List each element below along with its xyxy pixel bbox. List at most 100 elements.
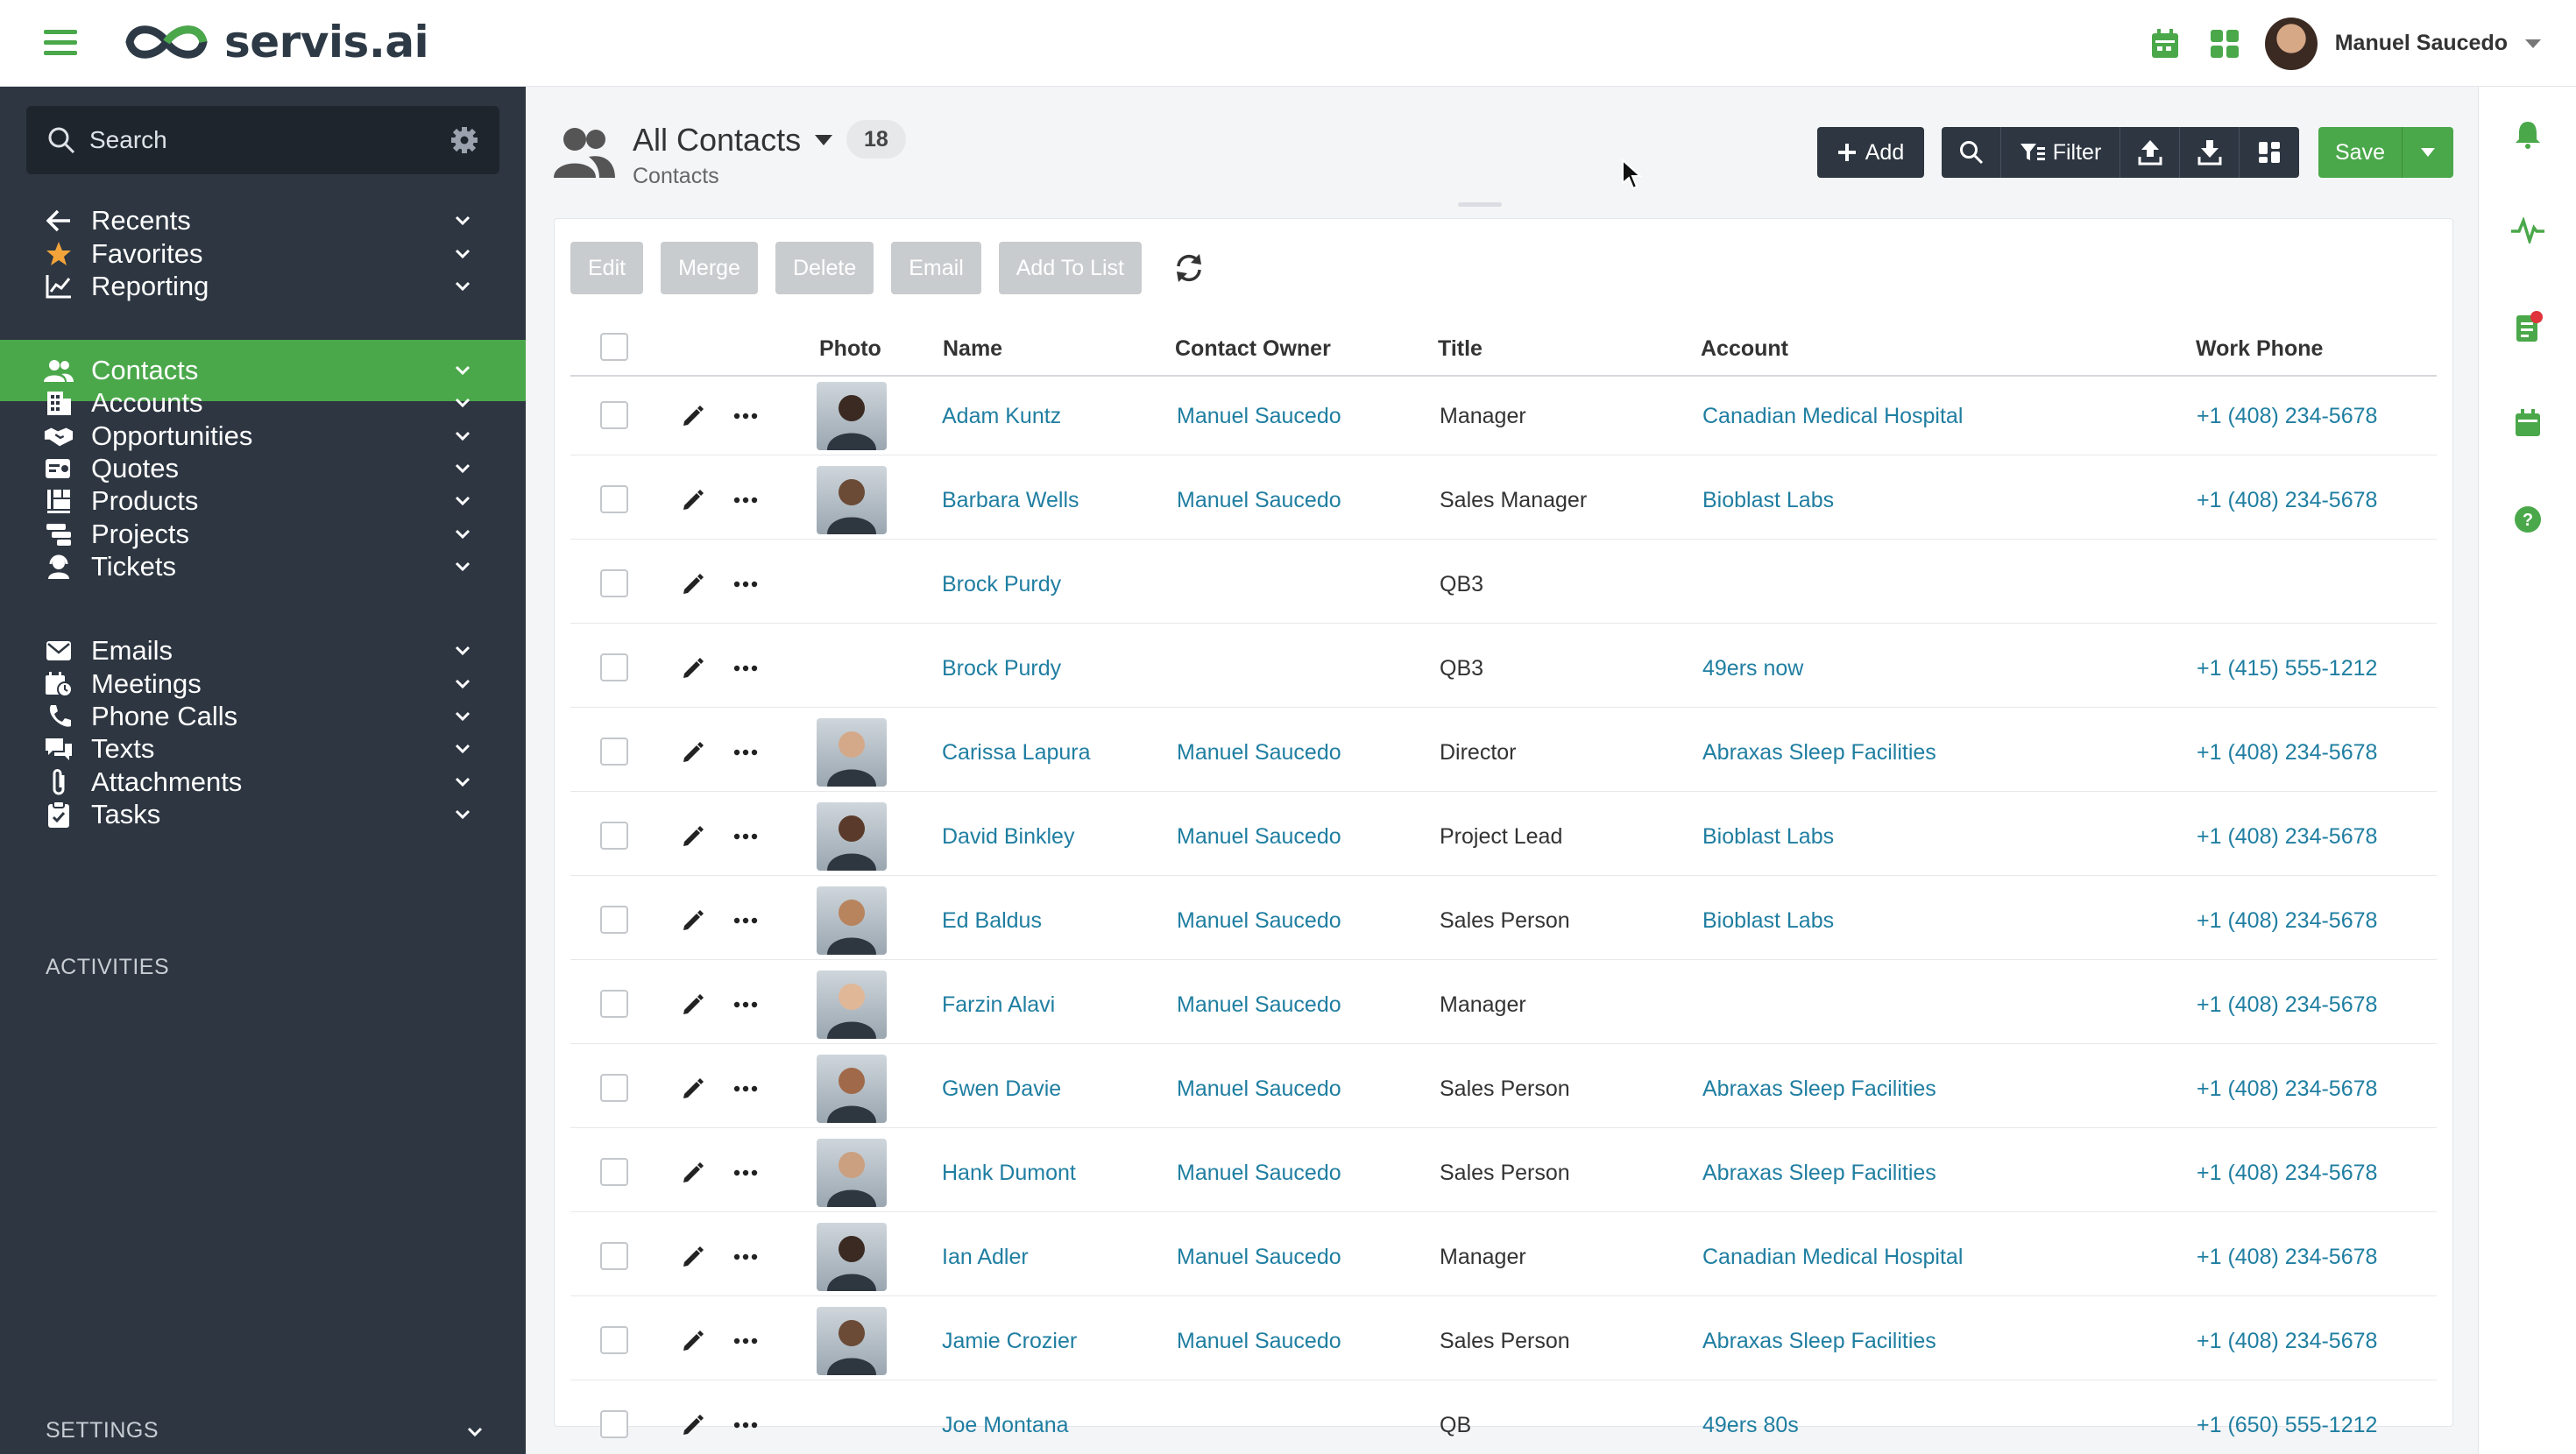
table-row[interactable]: Joe Montana QB 49ers 80s +1 (650) 555-1212 xyxy=(570,1386,2437,1454)
row-checkbox[interactable] xyxy=(600,1074,628,1102)
more-options-icon[interactable] xyxy=(730,1157,761,1189)
apps-grid-icon[interactable] xyxy=(2205,25,2244,63)
bell-icon[interactable] xyxy=(2507,113,2549,155)
contact-name-link[interactable]: Hank Dumont xyxy=(942,1133,1076,1212)
calendar-icon[interactable] xyxy=(2507,402,2549,444)
table-row[interactable]: Adam Kuntz Manuel Saucedo Manager Canadian … xyxy=(570,377,2437,455)
layout-button[interactable] xyxy=(2240,127,2299,178)
contact-name-link[interactable]: Adam Kuntz xyxy=(942,377,1061,455)
contact-photo[interactable] xyxy=(817,886,887,955)
row-checkbox[interactable] xyxy=(600,906,628,934)
work-phone-link[interactable]: +1 (408) 234-5678 xyxy=(2197,1133,2377,1212)
filter-button[interactable]: Filter xyxy=(2001,127,2120,178)
contact-photo[interactable] xyxy=(817,1223,887,1291)
row-checkbox[interactable] xyxy=(600,653,628,681)
merge-button[interactable]: Merge xyxy=(661,242,758,294)
hamburger-menu-icon[interactable] xyxy=(44,30,77,56)
contact-owner-link[interactable]: Manuel Saucedo xyxy=(1177,1302,1341,1380)
contact-photo[interactable] xyxy=(817,1307,887,1375)
more-options-icon[interactable] xyxy=(730,905,761,936)
calendar-icon[interactable] xyxy=(2146,25,2184,63)
work-phone-link[interactable]: +1 (408) 234-5678 xyxy=(2197,797,2377,876)
save-button[interactable]: Save xyxy=(2318,127,2403,178)
contact-name-link[interactable]: Barbara Wells xyxy=(942,461,1079,540)
more-options-icon[interactable] xyxy=(730,737,761,768)
work-phone-link[interactable]: +1 (650) 555-1212 xyxy=(2197,1386,2377,1454)
edit-pencil-icon[interactable] xyxy=(677,484,709,516)
column-header-title[interactable]: Title xyxy=(1438,336,1483,362)
account-link[interactable]: Canadian Medical Hospital xyxy=(1702,377,1963,455)
add-to-list-button[interactable]: Add To List xyxy=(998,242,1142,294)
edit-pencil-icon[interactable] xyxy=(677,400,709,432)
account-link[interactable]: Bioblast Labs xyxy=(1702,797,1834,876)
edit-pencil-icon[interactable] xyxy=(677,1409,709,1441)
column-header-work-phone[interactable]: Work Phone xyxy=(2196,336,2323,362)
more-options-icon[interactable] xyxy=(730,989,761,1020)
user-menu-chevron-icon[interactable] xyxy=(2525,39,2541,48)
work-phone-link[interactable]: +1 (408) 234-5678 xyxy=(2197,377,2377,455)
contact-owner-link[interactable]: Manuel Saucedo xyxy=(1177,881,1341,960)
refresh-icon[interactable] xyxy=(1171,251,1207,286)
contact-photo[interactable] xyxy=(817,382,887,450)
row-checkbox[interactable] xyxy=(600,401,628,429)
table-row[interactable]: Ian Adler Manuel Saucedo Manager Canadian M… xyxy=(570,1218,2437,1296)
row-checkbox[interactable] xyxy=(600,822,628,850)
view-selector[interactable]: All Contacts xyxy=(633,122,833,159)
user-name[interactable]: Manuel Saucedo xyxy=(2335,31,2508,56)
table-row[interactable]: Hank Dumont Manuel Saucedo Sales Person Abr… xyxy=(570,1133,2437,1212)
logo[interactable]: servis.ai xyxy=(121,16,429,68)
table-row[interactable]: Brock Purdy QB3 49ers now +1 (415) 555-1212 xyxy=(570,629,2437,708)
contact-owner-link[interactable]: Manuel Saucedo xyxy=(1177,965,1341,1044)
more-options-icon[interactable] xyxy=(730,400,761,432)
contact-name-link[interactable]: Jamie Crozier xyxy=(942,1302,1077,1380)
table-row[interactable]: Farzin Alavi Manuel Saucedo Manager +1 (408… xyxy=(570,965,2437,1044)
more-options-icon[interactable] xyxy=(730,568,761,600)
more-options-icon[interactable] xyxy=(730,1325,761,1357)
more-options-icon[interactable] xyxy=(730,484,761,516)
contact-photo[interactable] xyxy=(817,971,887,1039)
notes-icon[interactable] xyxy=(2507,306,2549,348)
select-all-checkbox[interactable] xyxy=(600,333,628,361)
account-link[interactable]: 49ers now xyxy=(1702,629,1803,708)
table-row[interactable]: Gwen Davie Manuel Saucedo Sales Person Abra… xyxy=(570,1049,2437,1128)
more-options-icon[interactable] xyxy=(730,1409,761,1441)
account-link[interactable]: Abraxas Sleep Facilities xyxy=(1702,1302,1936,1380)
row-checkbox[interactable] xyxy=(600,485,628,513)
save-options-button[interactable] xyxy=(2403,127,2453,178)
contact-photo[interactable] xyxy=(817,718,887,787)
edit-button[interactable]: Edit xyxy=(570,242,644,294)
work-phone-link[interactable]: +1 (408) 234-5678 xyxy=(2197,881,2377,960)
contact-name-link[interactable]: Brock Purdy xyxy=(942,545,1061,624)
row-checkbox[interactable] xyxy=(600,1410,628,1438)
table-row[interactable]: Carissa Lapura Manuel Saucedo Director Abra… xyxy=(570,713,2437,792)
work-phone-link[interactable]: +1 (415) 555-1212 xyxy=(2197,629,2377,708)
more-options-icon[interactable] xyxy=(730,821,761,852)
sidebar-item-tasks[interactable]: Tasks xyxy=(0,784,526,845)
contact-owner-link[interactable]: Manuel Saucedo xyxy=(1177,1049,1341,1128)
row-checkbox[interactable] xyxy=(600,1326,628,1354)
row-checkbox[interactable] xyxy=(600,1158,628,1186)
search-input[interactable]: Search xyxy=(26,106,499,174)
edit-pencil-icon[interactable] xyxy=(677,653,709,684)
contact-photo[interactable] xyxy=(817,1139,887,1207)
add-button[interactable]: Add xyxy=(1817,127,1924,178)
edit-pencil-icon[interactable] xyxy=(677,1073,709,1105)
more-options-icon[interactable] xyxy=(730,1073,761,1105)
contact-name-link[interactable]: Ian Adler xyxy=(942,1218,1029,1296)
table-row[interactable]: Brock Purdy QB3 xyxy=(570,545,2437,624)
edit-pencil-icon[interactable] xyxy=(677,1241,709,1273)
contact-name-link[interactable]: Joe Montana xyxy=(942,1386,1069,1454)
user-avatar[interactable] xyxy=(2264,17,2318,70)
account-link[interactable]: Abraxas Sleep Facilities xyxy=(1702,1049,1936,1128)
more-options-icon[interactable] xyxy=(730,653,761,684)
help-icon[interactable]: ? xyxy=(2507,498,2549,540)
row-checkbox[interactable] xyxy=(600,738,628,766)
column-header-contact-owner[interactable]: Contact Owner xyxy=(1175,336,1331,362)
edit-pencil-icon[interactable] xyxy=(677,905,709,936)
import-button[interactable] xyxy=(2120,127,2180,178)
settings-section[interactable]: SETTINGS xyxy=(46,1418,484,1443)
edit-pencil-icon[interactable] xyxy=(677,989,709,1020)
table-row[interactable]: Ed Baldus Manuel Saucedo Sales Person Biobl… xyxy=(570,881,2437,960)
export-button[interactable] xyxy=(2180,127,2240,178)
work-phone-link[interactable]: +1 (408) 234-5678 xyxy=(2197,1302,2377,1380)
